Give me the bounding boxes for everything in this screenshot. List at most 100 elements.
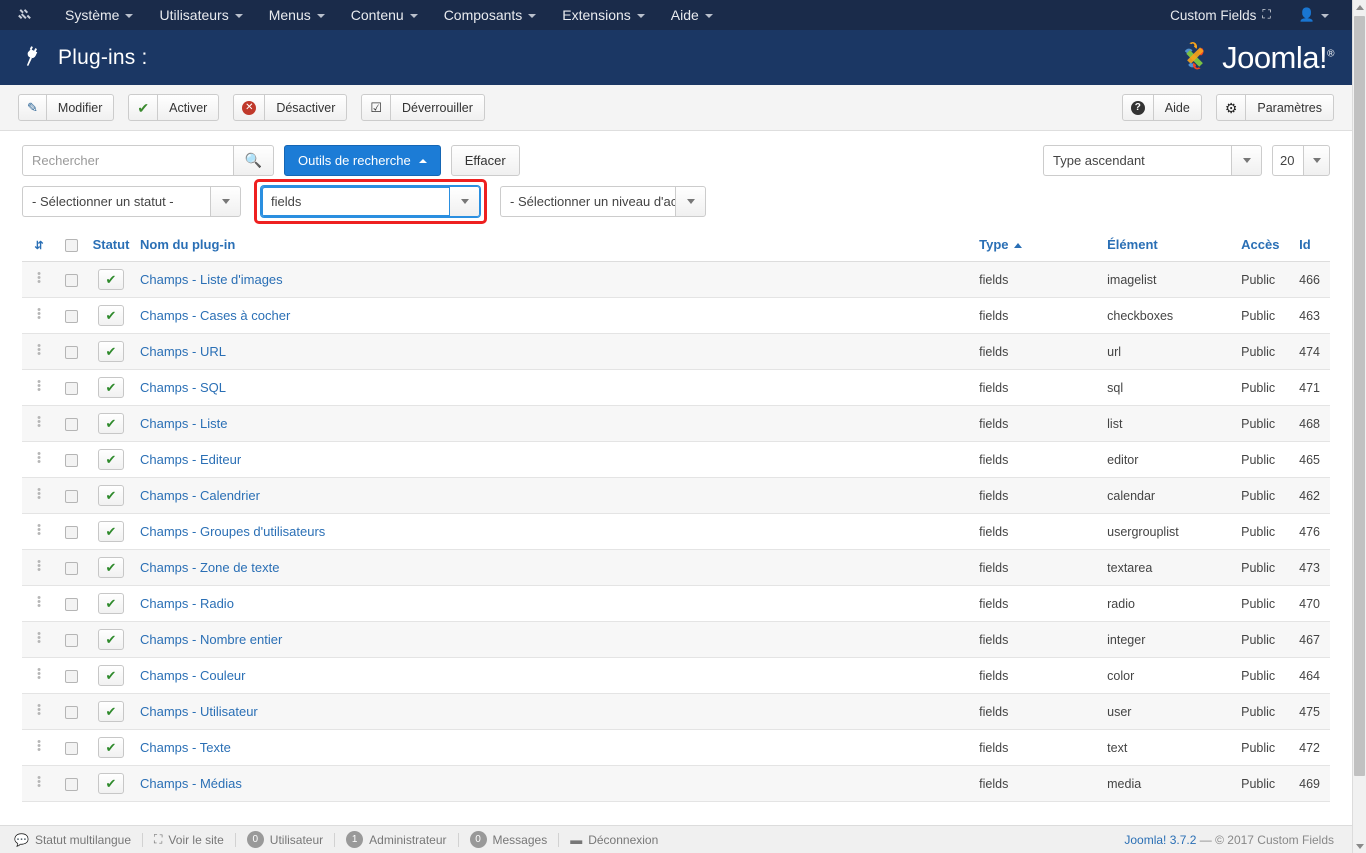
- plugin-name-link[interactable]: Champs - Liste d'images: [140, 272, 283, 287]
- options-button[interactable]: Paramètres: [1245, 94, 1334, 121]
- status-toggle-button[interactable]: ✔: [98, 629, 124, 651]
- scroll-up-button[interactable]: [1353, 0, 1366, 14]
- plugin-name-link[interactable]: Champs - Couleur: [140, 668, 246, 683]
- status-multilang-item[interactable]: 💬 Statut multilangue: [14, 833, 142, 847]
- row-drag-handle[interactable]: • • •: [22, 765, 56, 803]
- col-header-ordering[interactable]: ⇵: [22, 231, 56, 263]
- menu-item-contenu[interactable]: Contenu: [338, 0, 431, 30]
- col-header-access[interactable]: Accès: [1237, 231, 1296, 263]
- access-filter-select[interactable]: - Sélectionner un niveau d'accès -: [500, 186, 706, 217]
- menu-item-extensions[interactable]: Extensions: [549, 0, 657, 30]
- row-checkbox[interactable]: [64, 309, 78, 323]
- row-checkbox[interactable]: [64, 741, 78, 755]
- col-header-name[interactable]: Nom du plug-in: [136, 231, 976, 263]
- edit-button[interactable]: Modifier: [45, 94, 115, 121]
- plugin-name-link[interactable]: Champs - SQL: [140, 380, 226, 395]
- col-header-status[interactable]: Statut: [86, 231, 136, 263]
- page-scrollbar[interactable]: [1352, 0, 1366, 853]
- status-toggle-button[interactable]: ✔: [98, 449, 124, 471]
- row-checkbox[interactable]: [64, 273, 78, 287]
- status-toggle-button[interactable]: ✔: [98, 773, 124, 795]
- status-toggle-button[interactable]: ✔: [98, 341, 124, 363]
- plugin-name-link[interactable]: Champs - Cases à cocher: [140, 308, 290, 323]
- row-checkbox[interactable]: [64, 453, 78, 467]
- users-count-item[interactable]: 0 Utilisateur: [236, 831, 334, 848]
- col-header-element[interactable]: Élément: [1103, 231, 1238, 263]
- search-input[interactable]: [22, 145, 234, 176]
- joomla-mark-icon[interactable]: [14, 5, 34, 25]
- plugin-name-link[interactable]: Champs - URL: [140, 344, 226, 359]
- scrollbar-thumb[interactable]: [1354, 16, 1365, 776]
- plugin-name-link[interactable]: Champs - Calendrier: [140, 488, 260, 503]
- row-drag-handle[interactable]: • • •: [22, 261, 56, 299]
- site-name-link[interactable]: Custom Fields ⛶: [1157, 0, 1284, 30]
- plugin-name-link[interactable]: Champs - Médias: [140, 776, 242, 791]
- sort-select[interactable]: Type ascendant: [1043, 145, 1262, 176]
- row-drag-handle[interactable]: • • •: [22, 333, 56, 371]
- edit-icon-button[interactable]: ✎: [18, 94, 47, 121]
- status-filter-select[interactable]: - Sélectionner un statut -: [22, 186, 241, 217]
- row-drag-handle[interactable]: • • •: [22, 729, 56, 767]
- row-checkbox[interactable]: [64, 489, 78, 503]
- status-toggle-button[interactable]: ✔: [98, 377, 124, 399]
- plugin-name-link[interactable]: Champs - Editeur: [140, 452, 241, 467]
- row-drag-handle[interactable]: • • •: [22, 549, 56, 587]
- clear-filters-button[interactable]: Effacer: [450, 145, 520, 176]
- row-drag-handle[interactable]: • • •: [22, 657, 56, 695]
- enable-button[interactable]: Activer: [157, 94, 220, 121]
- check-all-checkbox[interactable]: [64, 239, 78, 253]
- user-menu-button[interactable]: 👤: [1286, 0, 1342, 30]
- help-button[interactable]: Aide: [1152, 94, 1202, 121]
- plugin-name-link[interactable]: Champs - Nombre entier: [140, 632, 282, 647]
- menu-item-menus[interactable]: Menus: [256, 0, 338, 30]
- status-toggle-button[interactable]: ✔: [98, 521, 124, 543]
- menu-item-aide[interactable]: Aide: [658, 0, 726, 30]
- scroll-down-button[interactable]: [1353, 839, 1366, 853]
- row-drag-handle[interactable]: • • •: [22, 693, 56, 731]
- plugin-name-link[interactable]: Champs - Texte: [140, 740, 231, 755]
- status-toggle-button[interactable]: ✔: [98, 485, 124, 507]
- gear-icon-button[interactable]: ⚙: [1215, 94, 1247, 121]
- col-header-type[interactable]: Type: [975, 231, 1104, 263]
- admins-count-item[interactable]: 1 Administrateur: [335, 831, 457, 848]
- plugin-name-link[interactable]: Champs - Radio: [140, 596, 234, 611]
- row-checkbox[interactable]: [64, 381, 78, 395]
- plugin-name-link[interactable]: Champs - Utilisateur: [140, 704, 258, 719]
- row-drag-handle[interactable]: • • •: [22, 441, 56, 479]
- row-checkbox[interactable]: [64, 633, 78, 647]
- row-drag-handle[interactable]: • • •: [22, 585, 56, 623]
- menu-item-systeme[interactable]: Système: [52, 0, 146, 30]
- checkbox-icon-button[interactable]: ☑: [361, 94, 392, 121]
- row-drag-handle[interactable]: • • •: [22, 621, 56, 659]
- row-checkbox[interactable]: [64, 777, 78, 791]
- row-drag-handle[interactable]: • • •: [22, 405, 56, 443]
- status-toggle-button[interactable]: ✔: [98, 701, 124, 723]
- list-limit-select[interactable]: 20: [1272, 145, 1330, 176]
- row-checkbox[interactable]: [64, 597, 78, 611]
- status-toggle-button[interactable]: ✔: [98, 557, 124, 579]
- col-header-id[interactable]: Id: [1295, 231, 1330, 263]
- row-checkbox[interactable]: [64, 561, 78, 575]
- menu-item-utilisateurs[interactable]: Utilisateurs: [146, 0, 255, 30]
- menu-item-composants[interactable]: Composants: [431, 0, 550, 30]
- check-icon-button[interactable]: ✔: [128, 94, 159, 121]
- row-drag-handle[interactable]: • • •: [22, 297, 56, 335]
- row-drag-handle[interactable]: • • •: [22, 369, 56, 407]
- folder-filter-select[interactable]: fields: [261, 186, 480, 217]
- row-drag-handle[interactable]: • • •: [22, 477, 56, 515]
- plugin-name-link[interactable]: Champs - Liste: [140, 416, 227, 431]
- status-toggle-button[interactable]: ✔: [98, 269, 124, 291]
- status-toggle-button[interactable]: ✔: [98, 413, 124, 435]
- row-checkbox[interactable]: [64, 669, 78, 683]
- status-toggle-button[interactable]: ✔: [98, 593, 124, 615]
- disable-button[interactable]: Désactiver: [264, 94, 348, 121]
- view-site-item[interactable]: ⛶ Voir le site: [143, 832, 235, 847]
- logout-item[interactable]: ▬ Déconnexion: [559, 833, 669, 847]
- row-drag-handle[interactable]: • • •: [22, 513, 56, 551]
- row-checkbox[interactable]: [64, 345, 78, 359]
- messages-item[interactable]: 0 Messages: [459, 831, 559, 848]
- row-checkbox[interactable]: [64, 705, 78, 719]
- plugin-name-link[interactable]: Champs - Groupes d'utilisateurs: [140, 524, 325, 539]
- plugin-name-link[interactable]: Champs - Zone de texte: [140, 560, 279, 575]
- joomla-version-link[interactable]: Joomla! 3.7.2: [1124, 833, 1196, 847]
